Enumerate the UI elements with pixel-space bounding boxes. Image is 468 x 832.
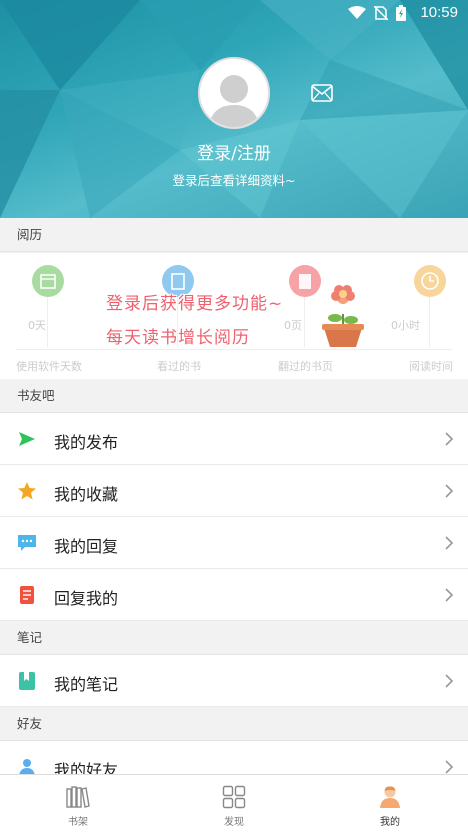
stat-books-label: 看过的书 — [157, 360, 201, 373]
status-time: 10:59 — [420, 4, 458, 21]
section-header-book-club: 书友吧 — [0, 379, 468, 413]
grid-icon — [222, 785, 246, 809]
nav-bookshelf-label: 书架 — [68, 817, 88, 828]
send-icon — [19, 432, 35, 446]
chevron-right-icon — [445, 484, 454, 498]
stat-time-line — [429, 297, 430, 347]
menu-my-favorites[interactable]: 我的收藏 — [0, 465, 468, 517]
stats-panel: 0天 使用软件天数 看过的书 0页 翻过的书页 0小时 阅读时间 登录后获得更多… — [0, 253, 468, 379]
stat-books: 看过的书 — [117, 253, 234, 379]
avatar[interactable] — [198, 57, 270, 129]
bottom-navigation: 书架 发现 我的 — [0, 774, 468, 832]
menu-my-posts[interactable]: 我的发布 — [0, 413, 468, 465]
chevron-right-icon — [445, 674, 454, 688]
mail-icon[interactable] — [311, 84, 333, 102]
user-avatar-icon — [380, 786, 400, 808]
clock-icon — [414, 265, 446, 297]
star-icon — [18, 482, 36, 500]
chevron-right-icon — [445, 536, 454, 550]
login-subtitle: 登录后查看详细资料~ — [172, 173, 296, 188]
menu-my-replies-label: 我的回复 — [54, 537, 119, 556]
page-icon — [289, 265, 321, 297]
no-sim-icon — [374, 6, 388, 20]
stat-pages-value: 0页 — [284, 319, 302, 332]
nav-bookshelf[interactable]: 书架 — [0, 775, 156, 832]
bookshelf-icon — [66, 786, 90, 808]
menu-replies-to-me-label: 回复我的 — [54, 589, 119, 608]
nav-discover[interactable]: 发现 — [156, 775, 312, 832]
menu-my-notes[interactable]: 我的笔记 — [0, 655, 468, 707]
stat-days-value: 0天 — [28, 319, 46, 332]
section-header-notes: 笔记 — [0, 621, 468, 655]
stat-pages-label: 翻过的书页 — [278, 360, 333, 373]
wifi-icon — [348, 6, 366, 19]
login-register-link[interactable]: 登录/注册 — [0, 139, 468, 164]
menu-my-replies[interactable]: 我的回复 — [0, 517, 468, 569]
profile-header: 10:59 登录/注册 登录后查看详细资料~ — [0, 0, 468, 218]
login-promo-line2: 每天读书增长阅历 — [106, 328, 250, 348]
chevron-right-icon — [445, 760, 454, 774]
nav-profile[interactable]: 我的 — [312, 775, 468, 832]
menu-replies-to-me[interactable]: 回复我的 — [0, 569, 468, 621]
stat-time-value: 0小时 — [391, 319, 420, 332]
menu-my-favorites-label: 我的收藏 — [54, 485, 119, 504]
stat-time-label: 阅读时间 — [409, 360, 453, 373]
chevron-right-icon — [445, 588, 454, 602]
nav-profile-label: 我的 — [380, 817, 400, 828]
menu-my-posts-label: 我的发布 — [54, 433, 119, 452]
stat-days-label: 使用软件天数 — [16, 360, 82, 373]
calendar-icon — [32, 265, 64, 297]
stat-time: 0小时 阅读时间 — [351, 253, 468, 379]
stat-days-line — [47, 297, 48, 347]
stat-pages-line — [304, 297, 305, 347]
nav-discover-label: 发现 — [224, 817, 244, 828]
stat-days: 0天 使用软件天数 — [0, 253, 117, 379]
battery-charging-icon — [396, 5, 406, 21]
chat-bubble-icon — [18, 535, 36, 551]
login-promo-line1: 登录后获得更多功能~ — [106, 294, 284, 314]
chevron-right-icon — [445, 432, 454, 446]
potted-flower-icon — [322, 285, 364, 347]
bookmark-icon — [19, 672, 35, 690]
section-header-history: 阅历 — [0, 218, 468, 252]
status-bar: 10:59 — [0, 0, 468, 26]
document-icon — [20, 586, 34, 604]
section-header-friends: 好友 — [0, 707, 468, 741]
menu-my-notes-label: 我的笔记 — [54, 675, 119, 694]
